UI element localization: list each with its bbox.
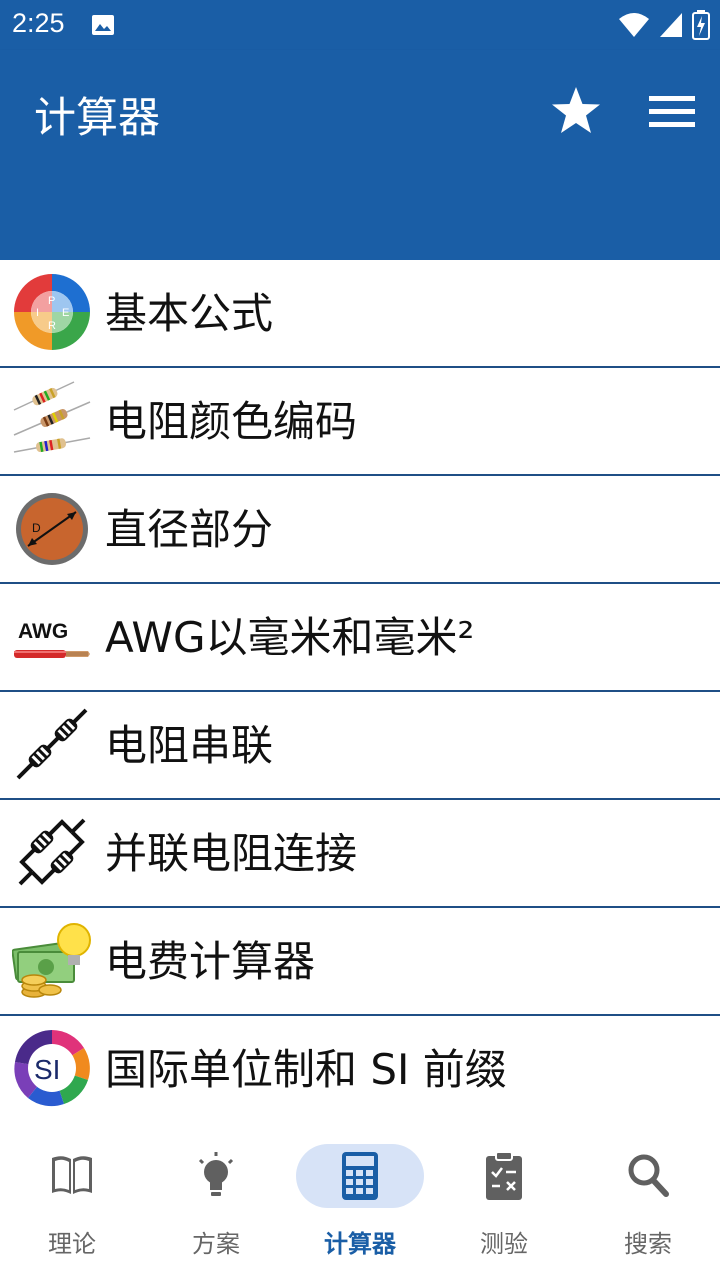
nav-label: 计算器 [324,1230,396,1258]
wire-diameter-icon: D [12,488,92,568]
nav-label: 测验 [480,1230,528,1258]
header-band [0,177,720,260]
svg-text:R: R [48,320,56,332]
svg-text:D: D [32,521,41,535]
list-item-label: 电费计算器 [105,937,316,986]
list-item-resistor-color-code[interactable]: 电阻颜色编码 [0,368,720,476]
resistors-parallel-icon [12,812,92,892]
list-item-resistors-series[interactable]: 电阻串联 [0,692,720,800]
bottom-navigation: 理论 方案 计算器 测验 搜索 [0,1124,720,1280]
list-item-wire-diameter[interactable]: D 直径部分 [0,476,720,584]
resistor-color-icon [12,380,92,460]
status-bar: 2:25 [0,0,720,50]
nav-calculator[interactable]: 计算器 [288,1124,432,1280]
nav-search[interactable]: 搜索 [576,1124,720,1280]
list-item-awg[interactable]: AWG AWG以毫米和毫米² [0,584,720,692]
app-bar: 计算器 [0,50,720,177]
nav-label: 理论 [48,1230,96,1258]
nav-quiz[interactable]: 测验 [432,1124,576,1280]
svg-text:E: E [62,307,69,319]
list-item-resistors-parallel[interactable]: 并联电阻连接 [0,800,720,908]
search-icon [626,1150,670,1202]
book-icon [50,1150,94,1202]
calculator-list: P E R I 基本公式 电阻颜色编码 D 直径部分 AWG AWG以毫米和毫米… [0,260,720,1124]
formula-wheel-icon: P E R I [12,272,92,352]
lightbulb-icon [194,1150,238,1202]
nav-label: 方案 [192,1230,240,1258]
image-notification-icon [91,13,115,41]
status-time: 2:25 [12,8,65,38]
favorite-star-icon[interactable] [546,82,606,142]
resistors-series-icon [12,704,92,784]
list-item-basic-formulas[interactable]: P E R I 基本公式 [0,260,720,368]
menu-icon[interactable] [642,82,702,142]
nav-schemes[interactable]: 方案 [144,1124,288,1280]
list-item-label: 基本公式 [105,289,274,338]
list-item-label: AWG以毫米和毫米² [105,613,475,662]
wifi-icon [618,11,650,43]
svg-text:P: P [48,295,55,307]
svg-text:SI: SI [34,1054,60,1085]
list-item-label: 电阻串联 [105,721,274,770]
battery-icon [692,10,710,44]
si-units-icon: SI [12,1028,92,1108]
calculator-icon [338,1150,382,1202]
list-item-electricity-cost[interactable]: 电费计算器 [0,908,720,1016]
awg-wire-icon: AWG [12,596,92,676]
clipboard-check-icon [482,1150,526,1202]
list-item-label: 直径部分 [105,505,274,554]
svg-text:I: I [36,307,39,319]
nav-label: 搜索 [624,1230,672,1258]
nav-theory[interactable]: 理论 [0,1124,144,1280]
page-title: 计算器 [34,93,161,142]
svg-text:AWG: AWG [18,620,68,643]
list-item-label: 电阻颜色编码 [105,397,358,446]
list-item-label: 国际单位制和 SI 前缀 [105,1045,507,1094]
list-item-label: 并联电阻连接 [105,829,358,878]
signal-icon [658,11,684,43]
electricity-cost-icon [11,920,92,1000]
list-item-si-units[interactable]: SI 国际单位制和 SI 前缀 [0,1016,720,1124]
